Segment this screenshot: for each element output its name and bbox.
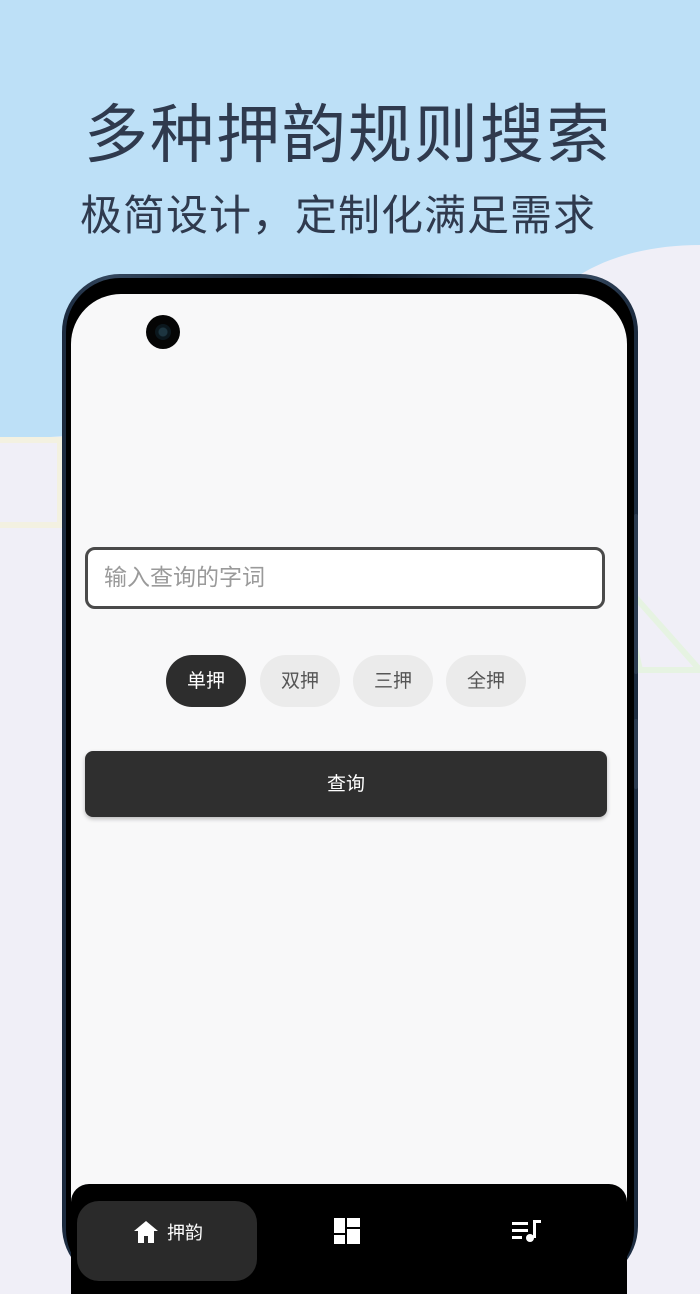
chip-triple-rhyme[interactable]: 三押 [353,655,433,707]
camera-lens [155,324,171,340]
dashboard-icon[interactable] [334,1218,360,1244]
chip-double-rhyme[interactable]: 双押 [260,655,340,707]
search-field [85,547,605,609]
power-button [634,719,638,789]
chip-single-rhyme[interactable]: 单押 [166,655,246,707]
volume-button [634,514,638,674]
query-button[interactable]: 查询 [85,751,607,817]
nav-item-rhyme-label: 押韵 [167,1223,203,1244]
rhyme-mode-selector: 单押 双押 三押 全押 [166,655,526,707]
phone-frame: 单押 双押 三押 全押 查询 押韵 [62,274,638,1294]
nav-item-rhyme[interactable]: 押韵 [77,1201,257,1281]
home-icon [134,1221,158,1243]
playlist-icon[interactable] [512,1218,542,1244]
search-input[interactable] [88,550,602,606]
app-screen: 单押 双押 三押 全押 查询 押韵 [71,294,627,1294]
promo-headline: 多种押韵规则搜索 [84,99,612,173]
bottom-navigation: 押韵 [71,1184,627,1294]
front-camera-icon [146,315,180,349]
chip-full-rhyme[interactable]: 全押 [446,655,526,707]
promo-subheadline: 极简设计，定制化满足需求 [80,191,597,240]
